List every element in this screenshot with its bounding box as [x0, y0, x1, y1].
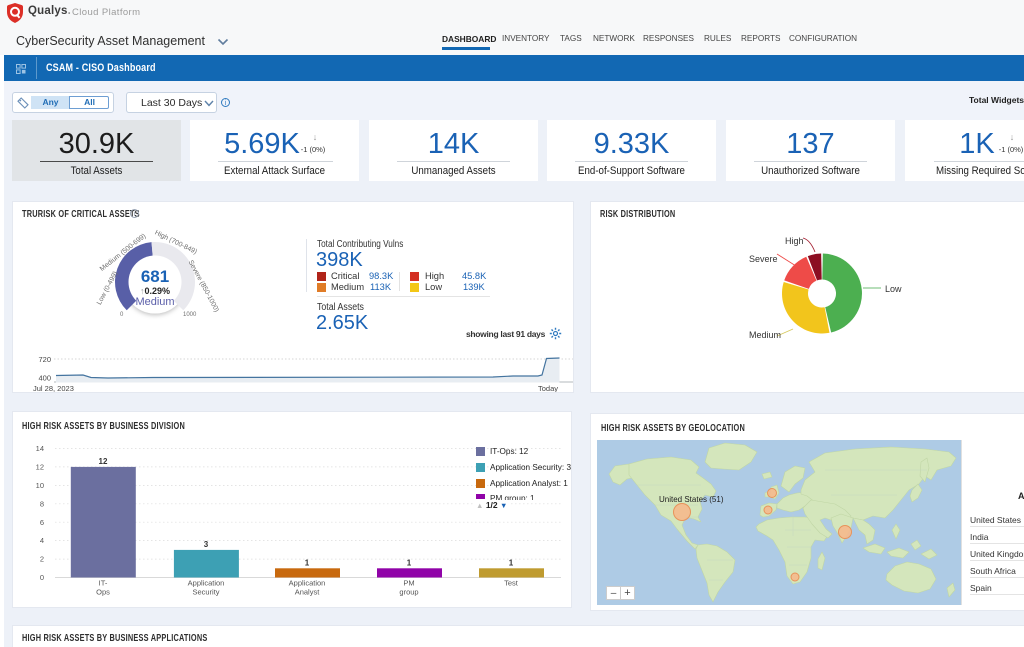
svg-text:Test: Test: [504, 579, 519, 588]
svg-text:14: 14: [36, 444, 44, 453]
svg-text:United States (51): United States (51): [659, 495, 724, 504]
svg-text:Analyst: Analyst: [295, 588, 321, 597]
svg-text:Security: Security: [192, 588, 219, 597]
svg-text:0: 0: [40, 573, 44, 582]
svg-text:720: 720: [38, 355, 51, 364]
svg-text:2: 2: [40, 555, 44, 564]
svg-text:Jul 28, 2023: Jul 28, 2023: [33, 384, 74, 392]
svg-text:1000: 1000: [183, 312, 197, 318]
svg-text:12: 12: [36, 463, 44, 472]
svg-text:1: 1: [509, 558, 514, 567]
svg-text:High: High: [785, 236, 804, 246]
svg-text:Application: Application: [188, 579, 225, 588]
svg-text:Application: Application: [289, 579, 326, 588]
svg-text:8: 8: [40, 499, 44, 508]
svg-text:1: 1: [305, 558, 310, 567]
svg-text:Ops: Ops: [96, 588, 110, 597]
svg-text:400: 400: [38, 374, 51, 383]
svg-text:Today: Today: [538, 384, 558, 392]
svg-text:6: 6: [40, 518, 44, 527]
svg-text:IT-: IT-: [99, 579, 108, 588]
svg-text:3: 3: [204, 540, 209, 549]
svg-text:4: 4: [40, 536, 44, 545]
svg-text:12: 12: [99, 457, 108, 466]
svg-text:Severe: Severe: [749, 254, 778, 264]
svg-text:PM: PM: [403, 579, 414, 588]
svg-text:group: group: [399, 588, 418, 597]
svg-text:10: 10: [36, 481, 44, 490]
svg-text:Low: Low: [885, 284, 902, 294]
svg-text:Medium: Medium: [749, 330, 781, 340]
svg-text:0: 0: [120, 312, 124, 318]
svg-text:1: 1: [407, 558, 412, 567]
